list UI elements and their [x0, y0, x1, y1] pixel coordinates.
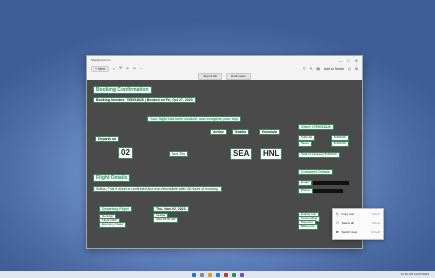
- filter-icon[interactable]: ▽: [303, 67, 306, 71]
- clock-time[interactable]: 10:10 AM: [400, 272, 413, 276]
- home-icon[interactable]: ⌂: [113, 67, 115, 71]
- sub-toolbar: Sign & Fill Draft notes: [87, 73, 362, 80]
- app-icon[interactable]: [231, 272, 236, 277]
- draft-notes-button[interactable]: Draft notes: [225, 73, 251, 80]
- menu-item-label: Select all: [341, 220, 354, 225]
- document-canvas: Booking Confirmation Booking Number: 795…: [87, 80, 362, 248]
- departing-flight-heading: Departing Flight: [99, 206, 132, 213]
- booking-heading: Booking Confirmation: [93, 86, 152, 94]
- to-city: Honolulu: [259, 129, 281, 136]
- window-title: Shipping Form: [91, 58, 111, 62]
- menu-item-switch-view[interactable]: ⇄ Switch view Ctrl+M: [333, 227, 383, 236]
- departing-date: Thu, Nov 02, 2023: [153, 206, 189, 213]
- to-code: HNL: [260, 148, 283, 160]
- file-explorer-icon[interactable]: [207, 272, 212, 277]
- flight-info-2: Economy Class: [99, 222, 126, 228]
- start-icon[interactable]: [191, 272, 196, 277]
- status-text: Status: This e-ticket is confirmed and n…: [93, 186, 222, 193]
- mail-icon[interactable]: [239, 272, 244, 277]
- menu-item-shortcut: Ctrl+A: [371, 220, 380, 225]
- highlight-icon[interactable]: ▤: [317, 67, 320, 71]
- email-redacted-bar: [313, 181, 349, 185]
- redo-icon[interactable]: ↷: [133, 67, 136, 71]
- copy-icon: ⎘: [336, 211, 339, 216]
- menu-item-shortcut: Ctrl+M: [371, 229, 380, 234]
- toolbar-right: ▽ ✎ ▤ Add to Notes ⎙ ⚙: [303, 67, 358, 71]
- success-message: Your flight has been booked, now complet…: [147, 116, 242, 123]
- search-icon[interactable]: [199, 272, 204, 277]
- app-window: Shipping Form — □ ✕ + New ⌂ 🗎 ↶ ↷ ⋯ ▽ ✎ …: [86, 55, 363, 249]
- order-row-0: Subtotal: [298, 135, 316, 141]
- add-to-notes-button[interactable]: Add to Notes: [324, 67, 344, 71]
- menu-item-shortcut: Ctrl+C: [371, 211, 380, 216]
- customer-heading: Customer Details: [298, 169, 333, 176]
- booking-number: Booking Number: 795054826 | Booked on Fr…: [93, 97, 196, 104]
- toolbar: + New ⌂ 🗎 ↶ ↷ ⋯ ▽ ✎ ▤ Add to Notes ⎙ ⚙: [87, 64, 362, 73]
- taskbar: 10:10 AM 10/27/2023: [0, 271, 435, 278]
- from-code: SEA: [230, 148, 253, 160]
- departure-date: 02: [118, 147, 133, 159]
- sign-fill-button[interactable]: Sign & Fill: [198, 73, 222, 80]
- menu-item-label: Switch view: [341, 229, 358, 234]
- title-bar: Shipping Form — □ ✕: [87, 56, 362, 64]
- window-controls: — □ ✕: [338, 58, 358, 63]
- more-icon[interactable]: ⋯: [140, 67, 144, 71]
- select-all-icon: ☐: [336, 220, 339, 225]
- phone-redacted-bar: [313, 189, 343, 193]
- context-menu: ⎘ Copy text Ctrl+C ☐ Select all Ctrl+A ⇄…: [332, 208, 384, 240]
- switch-view-icon: ⇄: [336, 229, 339, 234]
- order-row-3: $ 000.00: [331, 141, 349, 147]
- flight-details-heading: Flight Details: [93, 174, 131, 182]
- from-city: Seattle: [232, 129, 250, 136]
- maximize-button[interactable]: □: [347, 58, 349, 63]
- minimize-button[interactable]: —: [338, 58, 342, 63]
- system-tray: 10:10 AM 10/27/2023: [400, 271, 429, 278]
- airline-label: Airline: [210, 129, 227, 136]
- departs-label: Departs on: [95, 136, 120, 143]
- print-icon[interactable]: ⎙: [348, 67, 351, 71]
- customer-row-phone: Phone: [298, 188, 313, 194]
- customer-row-email: Email: [298, 180, 312, 186]
- total-line: Total (3 travelers) $ 000.00: [298, 152, 340, 158]
- route-info-1: SEA 08:00 AM: [153, 217, 179, 223]
- close-button[interactable]: ✕: [355, 58, 358, 63]
- menu-item-copy[interactable]: ⎘ Copy text Ctrl+C: [333, 209, 383, 218]
- order-row-2: Taxes: [298, 141, 312, 147]
- ending-line-3: Billing info: [298, 224, 318, 230]
- store-icon[interactable]: [223, 272, 228, 277]
- order-heading: Order #795054826: [298, 124, 334, 131]
- clock-date[interactable]: 10/27/2023: [414, 272, 429, 276]
- order-row-1: $ 000.00: [331, 135, 349, 141]
- menu-item-label: Copy text: [341, 211, 355, 216]
- draw-icon[interactable]: ✎: [310, 67, 313, 71]
- departure-day: Nov Thu: [169, 151, 189, 158]
- settings-icon[interactable]: ⚙: [355, 67, 358, 71]
- edge-icon[interactable]: [215, 272, 220, 277]
- save-icon[interactable]: 🗎: [119, 66, 122, 72]
- menu-item-select-all[interactable]: ☐ Select all Ctrl+A: [333, 218, 383, 227]
- undo-icon[interactable]: ↶: [126, 67, 129, 71]
- new-button[interactable]: + New: [91, 65, 110, 72]
